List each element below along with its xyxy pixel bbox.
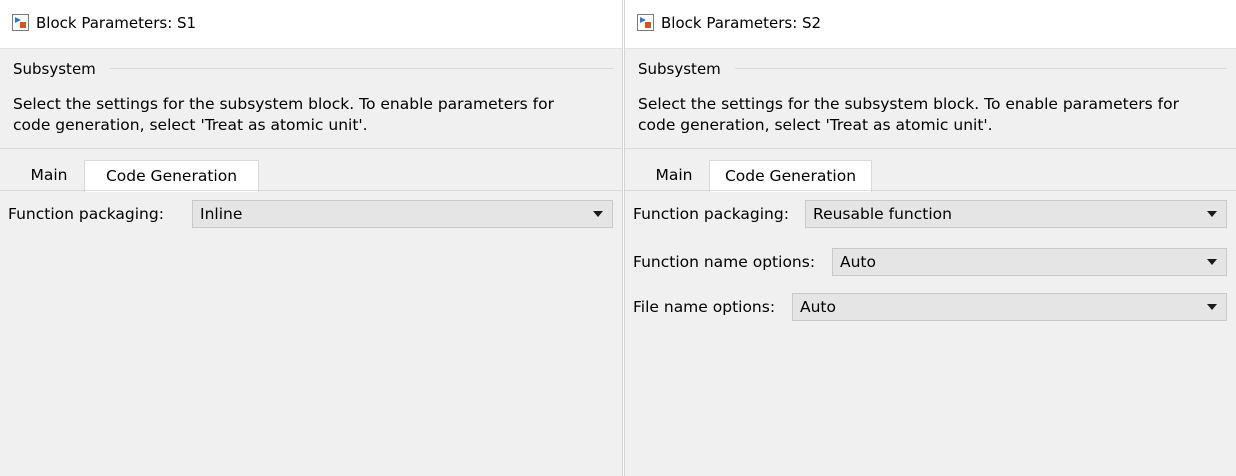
group-label-subsystem: Subsystem — [638, 60, 721, 78]
function-packaging-row: Function packaging: Reusable function — [625, 199, 1236, 229]
tab-code-generation[interactable]: Code Generation — [84, 160, 259, 192]
tab-main[interactable]: Main — [13, 160, 85, 191]
tab-strip-border — [625, 190, 1236, 191]
title-bar[interactable]: Block Parameters: S1 — [0, 0, 622, 49]
function-packaging-value: Inline — [200, 205, 243, 223]
file-name-options-label: File name options: — [633, 298, 776, 316]
section-divider — [625, 148, 1236, 149]
function-name-options-row: Function name options: Auto — [625, 247, 1236, 277]
title-bar[interactable]: Block Parameters: S2 — [625, 0, 1236, 49]
group-divider — [110, 68, 613, 69]
function-name-options-value: Auto — [840, 253, 876, 271]
group-label-subsystem: Subsystem — [13, 60, 96, 78]
description-line: code generation, select 'Treat as atomic… — [638, 116, 993, 134]
window-title: Block Parameters: S1 — [36, 14, 197, 32]
description: Select the settings for the subsystem bl… — [638, 94, 1179, 136]
file-name-options-row: File name options: Auto — [625, 292, 1236, 322]
function-packaging-label: Function packaging: — [633, 205, 789, 223]
tab-main[interactable]: Main — [638, 160, 710, 191]
section-divider — [0, 148, 622, 149]
function-packaging-dropdown[interactable]: Inline — [192, 200, 613, 228]
description-line: code generation, select 'Treat as atomic… — [13, 116, 368, 134]
chevron-down-icon[interactable] — [1207, 211, 1217, 217]
function-packaging-row: Function packaging: Inline — [0, 199, 622, 229]
group-divider — [735, 68, 1227, 69]
block-parameters-icon — [12, 14, 29, 31]
function-packaging-value: Reusable function — [813, 205, 952, 223]
block-parameters-dialog-s2: Block Parameters: S2 Subsystem Select th… — [625, 0, 1236, 476]
function-packaging-label: Function packaging: — [8, 205, 164, 223]
function-packaging-dropdown[interactable]: Reusable function — [805, 200, 1227, 228]
tab-code-generation[interactable]: Code Generation — [709, 160, 872, 192]
file-name-options-dropdown[interactable]: Auto — [792, 293, 1227, 321]
window-title: Block Parameters: S2 — [661, 14, 822, 32]
chevron-down-icon[interactable] — [593, 211, 603, 217]
tab-strip-border — [0, 190, 622, 191]
block-parameters-dialog-s1: Block Parameters: S1 Subsystem Select th… — [0, 0, 622, 476]
chevron-down-icon[interactable] — [1207, 304, 1217, 310]
description: Select the settings for the subsystem bl… — [13, 94, 554, 136]
chevron-down-icon[interactable] — [1207, 259, 1217, 265]
block-parameters-icon — [637, 14, 654, 31]
description-line: Select the settings for the subsystem bl… — [13, 95, 554, 113]
function-name-options-label: Function name options: — [633, 253, 816, 271]
description-line: Select the settings for the subsystem bl… — [638, 95, 1179, 113]
function-name-options-dropdown[interactable]: Auto — [832, 248, 1227, 276]
file-name-options-value: Auto — [800, 298, 836, 316]
